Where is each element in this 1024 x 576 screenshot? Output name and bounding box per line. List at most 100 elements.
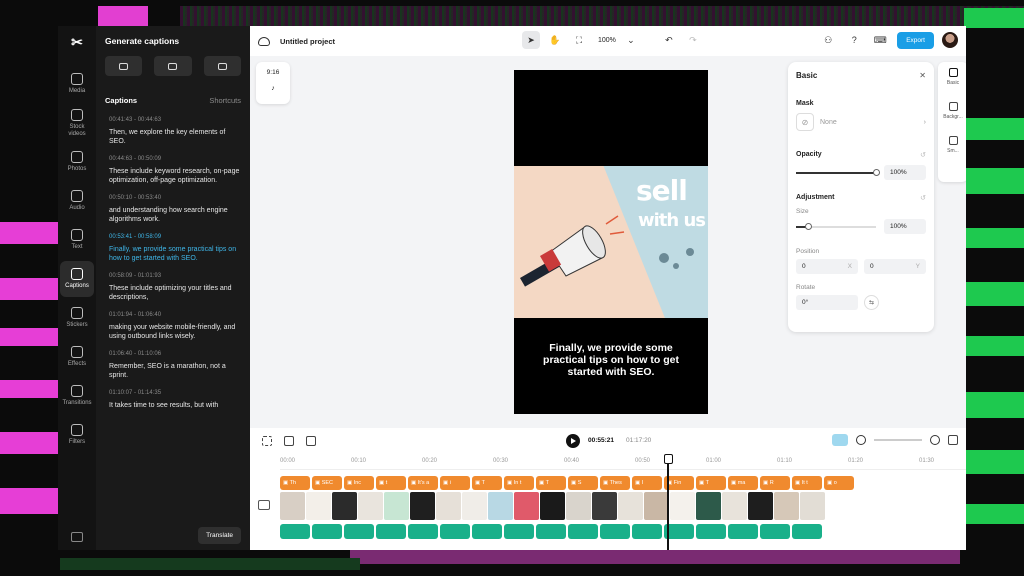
- help-icon[interactable]: ?: [845, 31, 863, 49]
- close-icon[interactable]: ✕: [919, 71, 926, 80]
- tab-background[interactable]: Backgr...: [938, 96, 966, 130]
- video-thumbnail[interactable]: [722, 492, 747, 520]
- auto-snap-icon[interactable]: [832, 434, 848, 446]
- rail-text[interactable]: Text: [60, 222, 94, 258]
- caption-clip[interactable]: ▣ SEC: [312, 476, 342, 490]
- caption-clip[interactable]: ▣ S: [568, 476, 598, 490]
- caption-clip[interactable]: ▣ Thes: [600, 476, 630, 490]
- split-icon[interactable]: [262, 436, 272, 446]
- video-thumbnail[interactable]: [462, 492, 487, 520]
- caption-item[interactable]: 01:10:07 - 01:14:35 It takes time to see …: [109, 390, 241, 410]
- audio-clip[interactable]: [600, 524, 630, 539]
- slider-handle[interactable]: [872, 168, 880, 176]
- playhead[interactable]: [664, 454, 672, 550]
- rail-captions[interactable]: Captions: [60, 261, 94, 297]
- audio-clip[interactable]: [344, 524, 374, 539]
- audio-clip[interactable]: [440, 524, 470, 539]
- zoom-select[interactable]: 100%: [598, 37, 616, 44]
- undo-icon[interactable]: ↶: [660, 31, 678, 49]
- export-button[interactable]: Export: [897, 31, 934, 49]
- size-slider[interactable]: [796, 222, 876, 230]
- caption-text[interactable]: These include keyword research, on-page …: [109, 167, 241, 185]
- volume-icon[interactable]: [258, 500, 270, 510]
- keyboard-shortcuts-icon[interactable]: ⌨: [871, 31, 889, 49]
- video-thumbnail[interactable]: [566, 492, 591, 520]
- video-thumbnail[interactable]: [384, 492, 409, 520]
- caption-clip[interactable]: ▣ T: [696, 476, 726, 490]
- caption-item[interactable]: 00:44:63 - 00:50:09 These include keyword…: [109, 156, 241, 185]
- caption-item[interactable]: 01:06:40 - 01:10:06 Remember, SEO is a ma…: [109, 351, 241, 380]
- flip-icon[interactable]: ⇆: [864, 295, 879, 310]
- caption-clip[interactable]: ▣ T: [472, 476, 502, 490]
- keyboard-icon[interactable]: [71, 532, 83, 542]
- caption-clip[interactable]: ▣ I: [632, 476, 662, 490]
- redo-icon[interactable]: ↷: [684, 31, 702, 49]
- audio-clip[interactable]: [792, 524, 822, 539]
- video-thumbnail[interactable]: [670, 492, 695, 520]
- rail-stickers[interactable]: Stickers: [60, 300, 94, 336]
- video-thumbnail[interactable]: [488, 492, 513, 520]
- auto-captions-button[interactable]: [105, 56, 143, 76]
- caption-text[interactable]: These include optimizing your titles and…: [109, 284, 241, 302]
- caption-text[interactable]: Finally, we provide some practical tips …: [109, 245, 241, 263]
- video-thumbnail[interactable]: [644, 492, 669, 520]
- tab-basic[interactable]: Basic: [938, 62, 966, 96]
- time-ruler[interactable]: 00:00 00:10 00:20 00:30 00:40 00:50 01:00 01:10…: [280, 456, 966, 470]
- ai-tools-icon[interactable]: [306, 436, 316, 446]
- opacity-slider[interactable]: [796, 168, 880, 176]
- fullscreen-icon[interactable]: ⛶: [570, 31, 588, 49]
- caption-text[interactable]: Remember, SEO is a marathon, not a sprin…: [109, 362, 241, 380]
- manual-captions-button[interactable]: [154, 56, 192, 76]
- video-thumbnail[interactable]: [436, 492, 461, 520]
- video-canvas[interactable]: sell with us Finally, we provide some pr…: [514, 70, 708, 414]
- tiktok-icon[interactable]: ♪: [256, 76, 290, 92]
- caption-clip[interactable]: ▣ ma: [728, 476, 758, 490]
- canvas-subtitle[interactable]: Finally, we provide some practical tips …: [514, 342, 708, 378]
- rail-transitions[interactable]: Transitions: [60, 378, 94, 414]
- caption-text[interactable]: It takes time to see results, but with: [109, 401, 241, 410]
- video-thumbnail[interactable]: [618, 492, 643, 520]
- fit-timeline-icon[interactable]: [948, 435, 958, 445]
- video-thumbnail[interactable]: [774, 492, 799, 520]
- video-thumbnail[interactable]: [800, 492, 825, 520]
- audio-clip[interactable]: [536, 524, 566, 539]
- video-thumbnail[interactable]: [696, 492, 721, 520]
- audio-clip[interactable]: [664, 524, 694, 539]
- reset-icon[interactable]: ↺: [920, 151, 926, 159]
- zoom-in-icon[interactable]: [930, 435, 940, 445]
- caption-clip[interactable]: ▣ Th: [280, 476, 310, 490]
- audio-clip[interactable]: [728, 524, 758, 539]
- rail-effects[interactable]: Effects: [60, 339, 94, 375]
- audio-clip[interactable]: [632, 524, 662, 539]
- pointer-tool-icon[interactable]: ➤: [522, 31, 540, 49]
- rail-media[interactable]: Media: [60, 66, 94, 102]
- caption-clip[interactable]: ▣ Fin: [664, 476, 694, 490]
- video-thumbnail[interactable]: [306, 492, 331, 520]
- caption-clip[interactable]: ▣ Inc: [344, 476, 374, 490]
- audio-clip[interactable]: [280, 524, 310, 539]
- audio-clip[interactable]: [504, 524, 534, 539]
- caption-text[interactable]: Then, we explore the key elements of SEO…: [109, 128, 241, 146]
- reset-icon[interactable]: ↺: [920, 194, 926, 202]
- video-thumbnail[interactable]: [748, 492, 773, 520]
- collaborate-icon[interactable]: ⚇: [819, 31, 837, 49]
- caption-clip[interactable]: ▣ T: [536, 476, 566, 490]
- caption-text[interactable]: and understanding how search engine algo…: [109, 206, 241, 224]
- caption-clip[interactable]: ▣ It's a: [408, 476, 438, 490]
- audio-clip[interactable]: [696, 524, 726, 539]
- caption-clip[interactable]: ▣ t: [376, 476, 406, 490]
- caption-item[interactable]: 00:41:43 - 00:44:63 Then, we explore the …: [109, 117, 241, 146]
- video-thumbnail[interactable]: [280, 492, 305, 520]
- caption-clip[interactable]: ▣ It t: [792, 476, 822, 490]
- rail-filters[interactable]: Filters: [60, 417, 94, 453]
- caption-item[interactable]: 00:50:10 - 00:53:40 and understanding how…: [109, 195, 241, 224]
- zoom-slider[interactable]: [874, 439, 922, 441]
- video-thumbnail[interactable]: [592, 492, 617, 520]
- hand-tool-icon[interactable]: ✋: [546, 31, 564, 49]
- play-button[interactable]: [566, 434, 580, 448]
- video-thumbnail[interactable]: [358, 492, 383, 520]
- opacity-input[interactable]: 100%: [884, 165, 926, 180]
- chevron-down-icon[interactable]: ⌄: [622, 31, 640, 49]
- caption-item[interactable]: 00:58:09 - 01:01:93 These include optimiz…: [109, 273, 241, 302]
- video-thumbnail[interactable]: [332, 492, 357, 520]
